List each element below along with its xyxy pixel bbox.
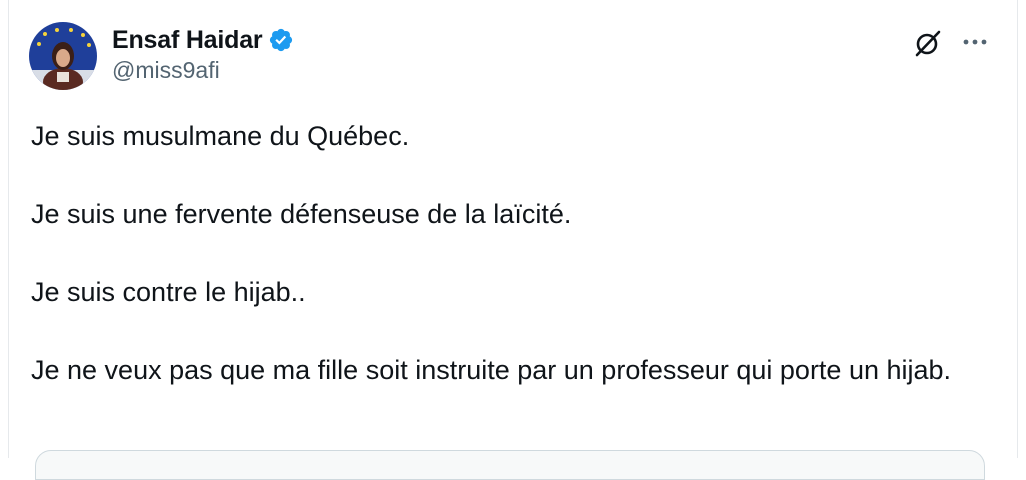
user-handle[interactable]: @miss9afi bbox=[112, 57, 220, 84]
more-options-icon[interactable] bbox=[960, 30, 990, 54]
tweet-card[interactable]: Ensaf Haidar @miss9afi Je suis musulmane… bbox=[8, 0, 1018, 480]
profile-photo-icon bbox=[29, 22, 97, 90]
tweet-paragraph: Je ne veux pas que ma fille soit instrui… bbox=[31, 355, 952, 385]
grok-icon[interactable] bbox=[913, 28, 943, 58]
tweet-paragraph: Je suis musulmane du Québec. bbox=[31, 121, 410, 151]
tweet-text: Je suis musulmane du Québec. Je suis une… bbox=[31, 117, 981, 389]
embedded-media-card[interactable] bbox=[35, 450, 985, 480]
tweet-paragraph: Je suis une fervente défenseuse de la la… bbox=[31, 199, 572, 229]
display-name[interactable]: Ensaf Haidar bbox=[112, 26, 263, 55]
avatar[interactable] bbox=[29, 22, 97, 90]
verified-badge-icon[interactable] bbox=[268, 27, 294, 53]
tweet-paragraph: Je suis contre le hijab.. bbox=[31, 277, 306, 307]
